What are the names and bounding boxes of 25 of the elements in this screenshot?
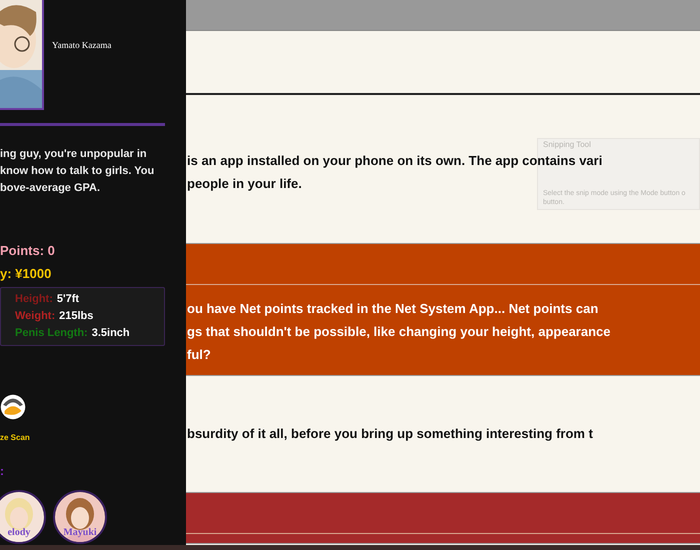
overlay-title: Snipping Tool [543,140,592,149]
character-name: Yamato Kazama [52,39,112,52]
bio-text: bove-average GPA. [0,181,102,196]
net-points-text: Points: 0 [0,242,56,260]
stat-value: 3.5inch [92,326,130,341]
bio-text: ing guy, you're unpopular in [0,147,148,162]
contacts-heading: : [0,463,5,480]
stat-value: 5'7ft [56,292,80,307]
contact-name: elody [6,526,32,540]
stat-label: Weight: [15,309,56,324]
story-text: gs that shouldn't be possible, like changing your height, appearance [187,323,610,341]
stat-label: Penis Length: [15,326,88,341]
bio-text: know how to talk to girls. You [0,164,156,179]
scan-label[interactable]: ze Scan [0,432,186,444]
money-text: y: ¥1000 [0,264,52,283]
contact-avatar[interactable]: elody [0,490,46,544]
story-text: people in your life. [187,175,302,193]
contact-name: Mayuki [62,526,98,540]
contact-avatar[interactable]: Mayuki [53,490,107,544]
story-text: is an app installed on your phone on its own. The app contains vari [187,152,602,170]
stat-label: Height: [15,292,53,307]
story-text: ful? [187,346,211,364]
stat-value: 215lbs [59,309,94,324]
story-text: bsurdity of it all, before you bring up something interesting from t [187,425,593,443]
story-text: ou have Net points tracked in the Net System App... Net points can [187,300,598,318]
